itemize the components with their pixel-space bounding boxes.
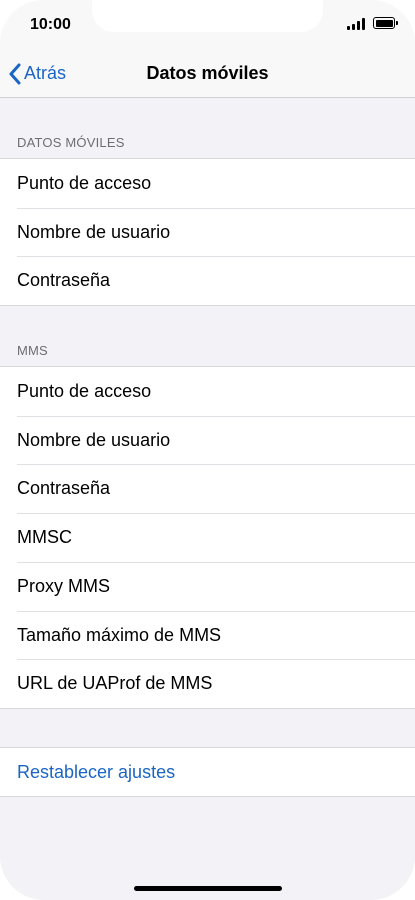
status-time: 10:00 <box>30 16 71 33</box>
navigation-bar: Atrás Datos móviles <box>0 50 415 98</box>
row-password[interactable]: Contraseña <box>0 256 415 305</box>
page-title: Datos móviles <box>146 63 269 83</box>
cellular-signal-icon <box>347 18 367 30</box>
row-mms-password[interactable]: Contraseña <box>0 464 415 513</box>
row-apn[interactable]: Punto de acceso <box>0 159 415 208</box>
row-mms-username[interactable]: Nombre de usuario <box>0 415 415 465</box>
notch <box>92 0 323 32</box>
section-header-mms: MMS <box>17 343 48 359</box>
group-datos-moviles: Punto de acceso Nombre de usuario Contra… <box>0 158 415 307</box>
settings-list: DATOS MÓVILES Punto de acceso Nombre de … <box>0 98 415 797</box>
row-mms-uaprof-url[interactable]: URL de UAProf de MMS <box>0 659 415 708</box>
group-mms: Punto de acceso Nombre de usuario Contra… <box>0 366 415 709</box>
row-mms-max-size[interactable]: Tamaño máximo de MMS <box>0 610 415 660</box>
home-indicator[interactable] <box>134 886 282 891</box>
row-mmsc[interactable]: MMSC <box>0 513 415 562</box>
phone-screen: 10:00 Atrás Datos móviles DATOS MÓVILES … <box>0 0 415 900</box>
row-mms-proxy[interactable]: Proxy MMS <box>0 561 415 611</box>
section-header-datos-moviles: DATOS MÓVILES <box>17 135 125 150</box>
row-username[interactable]: Nombre de usuario <box>0 207 415 257</box>
status-bar: 10:00 <box>0 0 415 50</box>
battery-icon <box>373 17 398 29</box>
reset-settings-button[interactable]: Restablecer ajustes <box>0 746 415 797</box>
row-mms-apn[interactable]: Punto de acceso <box>0 367 415 416</box>
